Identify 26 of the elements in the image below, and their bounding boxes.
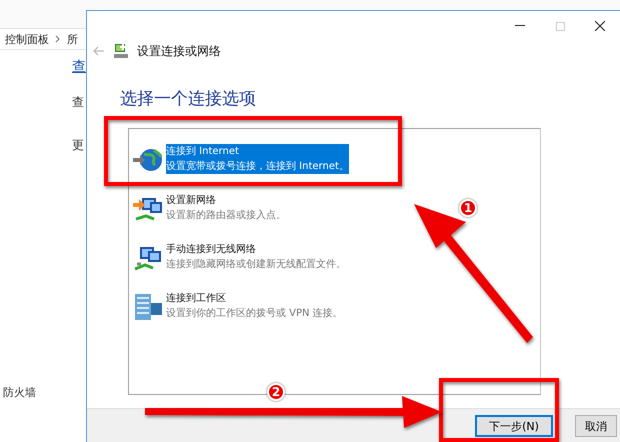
network-icon: [113, 43, 129, 59]
cancel-button[interactable]: 取消: [575, 415, 617, 437]
option-description: 设置到你的工作区的拨号或 VPN 连接。: [166, 306, 343, 321]
option-item[interactable]: 手动连接到无线网络 连接到隐藏网络或创建新无线配置文件。: [129, 242, 346, 274]
option-title: 手动连接到无线网络: [166, 242, 257, 257]
building-icon: [132, 291, 164, 323]
option-description: 连接到隐藏网络或创建新无线配置文件。: [166, 258, 346, 272]
sidebar-item[interactable]: 防火墙: [3, 385, 36, 400]
minimize-icon[interactable]: [515, 25, 525, 27]
label: 查: [72, 94, 84, 111]
breadcrumb-item[interactable]: 控制面板: [5, 32, 49, 46]
option-description: 设置新的路由器或接入点。: [166, 208, 286, 223]
label: 更: [72, 137, 84, 154]
chevron-icon: [55, 35, 61, 43]
option-title: 连接到 Internet: [166, 144, 240, 159]
option-description: 设置宽带或拨号连接，连接到 Internet。: [166, 160, 349, 174]
instruction-heading: 选择一个连接选项: [120, 88, 257, 110]
option-title: 设置新网络: [166, 194, 217, 208]
next-button[interactable]: 下一步(N): [475, 415, 553, 437]
close-icon[interactable]: [595, 21, 605, 31]
link[interactable]: 查: [72, 58, 86, 76]
breadcrumb-item[interactable]: 所: [67, 32, 78, 46]
option-item[interactable]: 连接到工作区 设置到你的工作区的拨号或 VPN 连接。: [129, 291, 343, 323]
dialog-title: 设置连接或网络: [137, 42, 221, 60]
option-item[interactable]: 设置新网络 设置新的路由器或接入点。: [129, 193, 286, 225]
option-title: 连接到工作区: [166, 292, 227, 306]
